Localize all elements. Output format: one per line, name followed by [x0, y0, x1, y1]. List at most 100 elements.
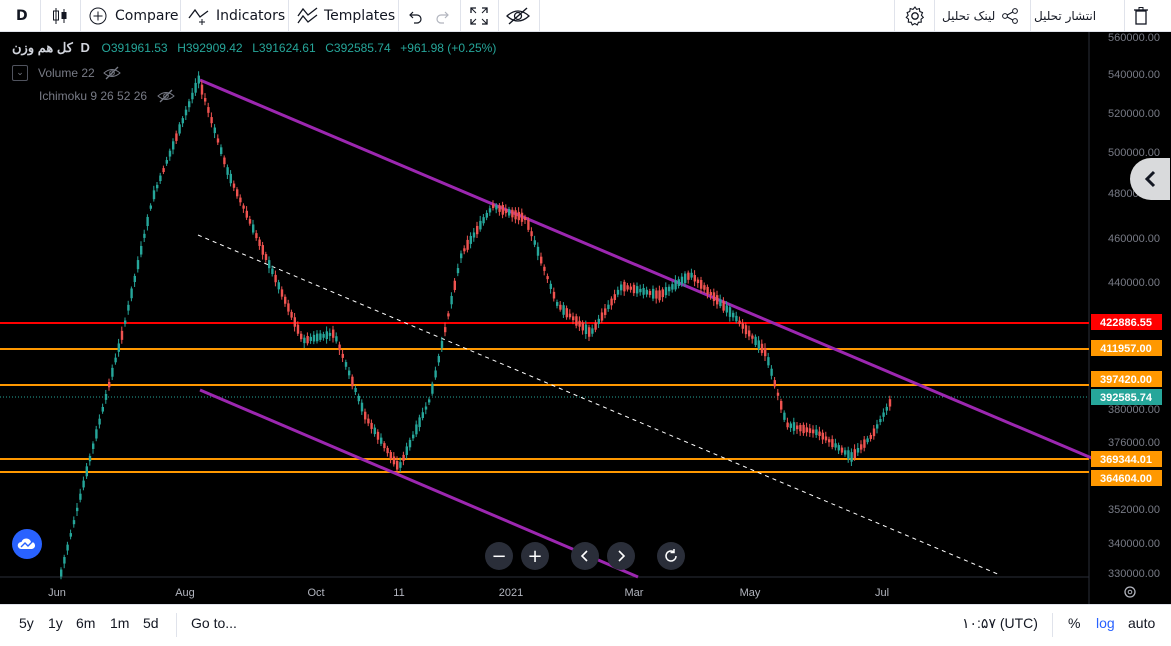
redo-button[interactable]: [434, 0, 452, 31]
candle-body: [664, 287, 668, 296]
candle-body: [722, 301, 725, 311]
symbol-name[interactable]: کل هم وزن: [12, 40, 73, 55]
channel-upper-line[interactable]: [199, 78, 1095, 461]
percent-toggle[interactable]: %: [1068, 615, 1080, 631]
price-tick-label: 352000.00: [1108, 504, 1160, 516]
eye-crossed-icon[interactable]: [157, 89, 175, 103]
share-analysis-label: لینک تحلیل: [942, 8, 996, 23]
zoom-in-button[interactable]: +: [521, 542, 549, 570]
cloud-logo-icon: [17, 538, 36, 549]
price-tick-label: 540000.00: [1108, 69, 1160, 81]
chart-area[interactable]: 560000.00 540000.00 520000.00 500000.00 4800…: [0, 32, 1171, 604]
candle-body: [82, 480, 85, 488]
candle-body: [149, 205, 152, 209]
delete-button[interactable]: [1131, 0, 1151, 31]
candle-body: [127, 304, 130, 311]
candle-body: [175, 133, 178, 141]
candle-body: [133, 275, 136, 283]
range-button-1m[interactable]: 1m: [110, 615, 129, 631]
range-button-5d[interactable]: 5d: [143, 615, 159, 631]
candle-body: [108, 381, 111, 388]
timezone-button[interactable]: ۱۰:۵۷ (UTC): [962, 615, 1038, 632]
candle-body: [626, 285, 629, 290]
candle-body: [136, 260, 140, 270]
time-axis-label: Jul: [875, 587, 889, 599]
ichimoku-label[interactable]: Ichimoku 9 26 52 26: [39, 89, 147, 103]
price-chart[interactable]: 560000.00540000.00520000.00500000.004800…: [0, 32, 1171, 604]
range-button-1y[interactable]: 1y: [48, 615, 63, 631]
candle-body: [159, 175, 162, 182]
reset-chart-button[interactable]: [657, 542, 685, 570]
publish-analysis-button[interactable]: انتشار تحلیل: [1034, 0, 1096, 31]
candle-body: [360, 402, 364, 412]
candle-body: [344, 362, 348, 367]
collapse-legend-button[interactable]: ⌄: [12, 65, 28, 81]
candle-body: [770, 368, 773, 376]
candle-body: [498, 205, 501, 212]
candle-body: [376, 431, 380, 440]
compare-button[interactable]: Compare: [88, 0, 179, 31]
divider: [1030, 0, 1031, 31]
candle-body: [540, 256, 543, 264]
share-analysis-button[interactable]: لینک تحلیل: [942, 0, 1019, 31]
time-axis-label: 2021: [499, 587, 523, 599]
candle-body: [312, 334, 316, 342]
candle-body: [300, 333, 303, 340]
volume-label[interactable]: Volume 22: [38, 66, 95, 80]
fullscreen-button[interactable]: [469, 0, 489, 31]
auto-toggle[interactable]: auto: [1128, 615, 1155, 631]
minus-icon: −: [491, 545, 507, 567]
indicators-button[interactable]: Indicators: [188, 0, 285, 31]
candle-body: [552, 291, 556, 299]
candle-body: [674, 280, 677, 290]
candle-body: [268, 260, 271, 269]
candles-style-button[interactable]: [50, 0, 70, 31]
channel-midline[interactable]: [197, 234, 1001, 576]
candle-body: [277, 282, 280, 290]
candle-body: [76, 507, 79, 512]
candle-body: [815, 429, 818, 436]
candle-body: [216, 138, 220, 143]
candle-body: [872, 428, 876, 437]
candle-body: [255, 233, 258, 239]
candle-body: [741, 323, 744, 329]
hide-drawings-button[interactable]: [505, 0, 531, 31]
candle-body: [808, 428, 812, 433]
candle-body: [732, 312, 735, 318]
zoom-out-button[interactable]: −: [485, 542, 513, 570]
divider: [288, 0, 289, 31]
settings-button[interactable]: [904, 0, 926, 31]
candle-body: [616, 289, 620, 295]
log-toggle[interactable]: log: [1096, 615, 1115, 631]
candle-body: [428, 399, 431, 403]
candle-body: [597, 318, 600, 324]
candle-body: [213, 127, 216, 134]
range-button-6m[interactable]: 6m: [76, 615, 95, 631]
candle-body: [252, 224, 255, 233]
logo-button[interactable]: [12, 529, 42, 559]
eye-crossed-icon[interactable]: [102, 66, 121, 80]
candle-body: [236, 189, 239, 197]
candle-body: [533, 240, 536, 245]
goto-button[interactable]: Go to...: [191, 615, 237, 631]
candle-body: [703, 285, 706, 290]
range-button-5y[interactable]: 5y: [19, 615, 34, 631]
scroll-left-button[interactable]: [571, 542, 599, 570]
candle-body: [101, 406, 104, 412]
candle-body: [661, 289, 664, 298]
price-tick-label: 460000.00: [1108, 233, 1160, 245]
candle-body: [520, 212, 524, 222]
candle-body: [613, 294, 616, 301]
candle-body: [335, 336, 338, 342]
candle-body: [556, 302, 559, 306]
templates-button[interactable]: Templates: [297, 0, 395, 31]
candle-body: [328, 332, 332, 336]
candle-body: [536, 246, 540, 256]
undo-button[interactable]: [406, 0, 424, 31]
collapse-sidebar-button[interactable]: [1130, 158, 1170, 200]
scroll-right-button[interactable]: [607, 542, 635, 570]
interval-selector[interactable]: D: [16, 0, 28, 31]
share-icon: [1002, 7, 1019, 24]
candle-body: [696, 279, 700, 284]
candle-body: [648, 290, 652, 295]
